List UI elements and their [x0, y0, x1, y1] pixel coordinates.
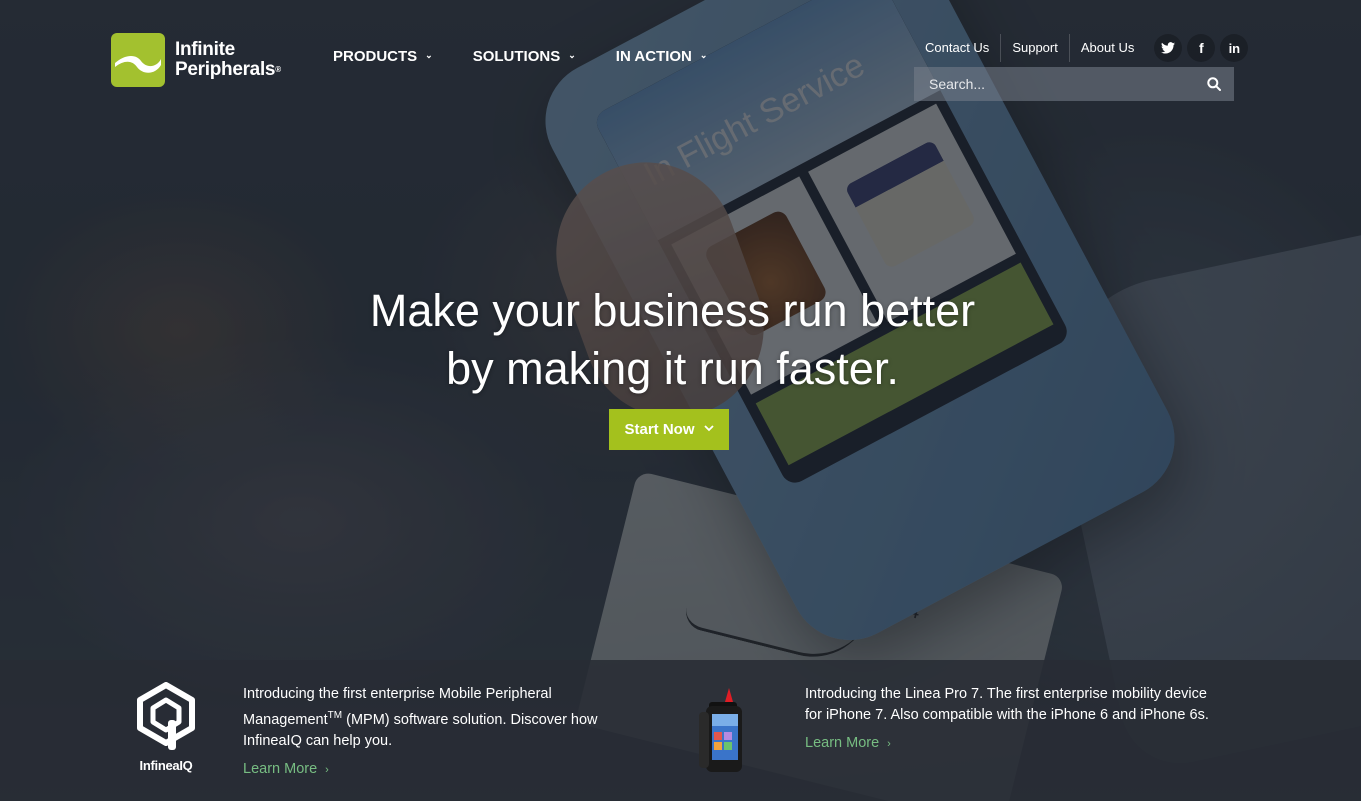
hero-headline-line1: Make your business run better	[369, 285, 976, 336]
linea-pro-learn-more-link[interactable]: Learn More ›	[805, 733, 891, 755]
promo-linea-pro-7: Introducing the Linea Pro 7. The first e…	[695, 682, 1215, 777]
registered-mark: ®	[275, 65, 281, 74]
brand-logo[interactable]: Infinite Peripherals®	[111, 33, 281, 87]
promo-infineaiq: InfineaIQ Introducing the first enterpri…	[134, 682, 603, 781]
nav-products[interactable]: PRODUCTS ⌄	[333, 48, 433, 65]
promo-linea-pro-text: Introducing the Linea Pro 7. The first e…	[805, 684, 1215, 777]
card-number: 4000 1234	[811, 577, 923, 626]
infineaiq-logo-icon	[137, 682, 195, 750]
brand-name-line2-wrap: Peripherals®	[175, 60, 281, 80]
promo-bar: InfineaIQ Introducing the first enterpri…	[0, 660, 1361, 801]
search-button[interactable]	[1194, 67, 1234, 101]
infineaiq-learn-more-label: Learn More	[243, 760, 318, 777]
search-bar	[914, 67, 1234, 101]
chevron-down-icon: ⌄	[425, 50, 433, 60]
search-icon	[1207, 77, 1221, 91]
phone-screen-sky	[591, 0, 941, 241]
nav-solutions[interactable]: SOLUTIONS ⌄	[473, 48, 576, 65]
start-now-button[interactable]: Start Now	[609, 409, 729, 450]
support-link[interactable]: Support	[1000, 34, 1069, 62]
main-navigation: PRODUCTS ⌄ SOLUTIONS ⌄ IN ACTION ⌄	[333, 48, 747, 65]
trademark-mark: TM	[327, 710, 343, 721]
chevron-down-icon	[703, 424, 714, 435]
linkedin-icon[interactable]: in	[1220, 34, 1249, 62]
nav-products-label: PRODUCTS	[333, 48, 418, 65]
brand-name-line1: Infinite	[175, 39, 235, 60]
hero-headline-line2: by making it run faster.	[446, 343, 899, 394]
linea-pro-learn-more-label: Learn More	[805, 735, 880, 751]
chevron-right-icon: ›	[887, 738, 891, 750]
nav-in-action[interactable]: IN ACTION ⌄	[616, 48, 708, 65]
start-now-label: Start Now	[624, 421, 695, 438]
phone-screen-title: In Flight Service	[637, 45, 871, 194]
chevron-down-icon: ⌄	[568, 50, 576, 60]
utility-navigation: Contact Us Support About Us f in	[914, 34, 1249, 62]
brand-logo-text: Infinite Peripherals®	[175, 40, 281, 80]
facebook-icon[interactable]: f	[1187, 34, 1216, 62]
promo-linea-pro-description: Introducing the Linea Pro 7. The first e…	[805, 686, 1209, 723]
brand-name-line2: Peripherals	[175, 59, 276, 80]
contact-us-link[interactable]: Contact Us	[914, 34, 1000, 62]
chevron-down-icon: ⌄	[699, 50, 708, 60]
infineaiq-logo-word: InfineaIQ	[139, 758, 193, 773]
chevron-right-icon: ›	[325, 763, 329, 776]
infineaiq-logo[interactable]: InfineaIQ	[134, 682, 198, 781]
promo-infineaiq-text: Introducing the first enterprise Mobile …	[243, 684, 603, 781]
linea-pro-device-image[interactable]	[695, 682, 760, 777]
about-us-link[interactable]: About Us	[1068, 34, 1145, 62]
search-input[interactable]	[914, 76, 1194, 92]
nav-solutions-label: SOLUTIONS	[472, 48, 561, 65]
nav-in-action-label: IN ACTION	[615, 48, 692, 65]
infineaiq-learn-more-link[interactable]: Learn More ›	[243, 759, 329, 781]
brand-logo-mark-icon	[111, 33, 165, 87]
card-signature	[681, 567, 871, 670]
hero-headline: Make your business run better by making …	[300, 282, 1045, 398]
twitter-icon[interactable]	[1154, 34, 1183, 62]
social-links: f in	[1149, 34, 1249, 62]
